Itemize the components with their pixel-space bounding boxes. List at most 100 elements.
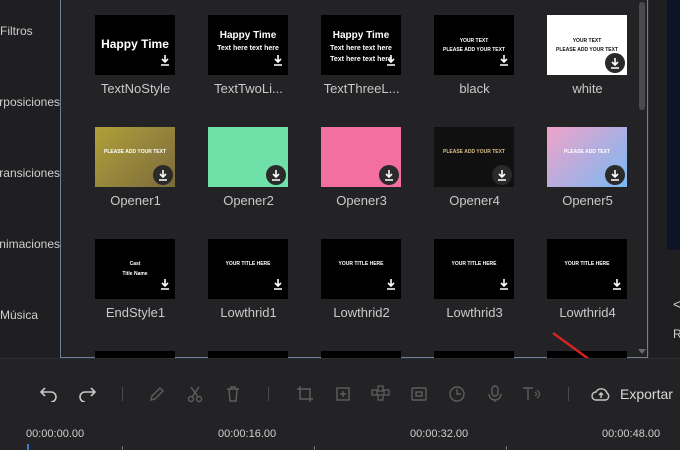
download-button[interactable] [266, 165, 286, 185]
timecode-label: 00:00:48.00 [602, 428, 661, 440]
download-button[interactable] [605, 165, 625, 185]
template-name: black [459, 81, 490, 96]
sidebar-item-label: Superposiciones [0, 95, 60, 109]
download-button[interactable] [492, 165, 512, 185]
template-thumbnail[interactable]: PLEASE ADD TEXT [547, 127, 627, 187]
title-template-panel: Happy Time TextNoStyle Happy Time Text here… [60, 0, 648, 358]
template-name: Opener4 [449, 193, 500, 208]
sidebar-item-animaciones[interactable]: Animaciones [0, 237, 60, 251]
template-name: Opener3 [336, 193, 387, 208]
thumb-line-2: Text here text here [217, 45, 279, 52]
thumb-line-1: Cast [129, 261, 141, 267]
template-thumbnail[interactable] [208, 127, 288, 187]
download-icon[interactable] [499, 53, 509, 71]
template-thumbnail[interactable]: PLEASE ADD YOUR TEXT [434, 127, 514, 187]
scrollbar-thumb[interactable] [639, 2, 645, 110]
template-thumbnail[interactable]: Happy Time [95, 15, 175, 75]
template-name: Opener5 [562, 193, 613, 208]
thumb-line-1: PLEASE ADD YOUR TEXT [443, 149, 505, 155]
template-thumbnail[interactable] [321, 351, 401, 358]
thumb-line-1: PLEASE ADD TEXT [563, 149, 611, 155]
template-thumbnail[interactable]: YOUR TITLE HERE [321, 239, 401, 299]
template-thumbnail[interactable] [547, 351, 627, 358]
sidebar-item-label: Animaciones [0, 237, 60, 251]
thumb-line-1: YOUR TEXT [459, 38, 489, 44]
speed-icon[interactable] [446, 383, 468, 405]
download-icon[interactable] [160, 53, 170, 71]
template-thumbnail[interactable] [434, 351, 514, 358]
mosaic-icon[interactable] [370, 383, 392, 405]
template-thumbnail[interactable]: Happy Time Text here text here Text here t… [321, 15, 401, 75]
mic-icon[interactable] [484, 383, 506, 405]
download-icon[interactable] [273, 53, 283, 71]
trash-icon[interactable] [222, 383, 244, 405]
download-button[interactable] [153, 165, 173, 185]
download-icon[interactable] [386, 53, 396, 71]
sidebar-item-transiciones[interactable]: Transiciones [0, 166, 60, 180]
prev-arrow-icon[interactable]: < [673, 296, 680, 312]
scissors-icon[interactable] [184, 383, 206, 405]
download-icon[interactable] [499, 277, 509, 295]
fit-icon[interactable] [332, 383, 354, 405]
screenshot-icon[interactable] [408, 383, 430, 405]
template-thumbnail[interactable]: Cast Title Name [95, 239, 175, 299]
download-icon[interactable] [273, 277, 283, 295]
sidebar-item-label: Transiciones [0, 166, 60, 180]
export-button[interactable]: Exportar [620, 386, 673, 402]
template-name: Lowthrid1 [220, 305, 277, 320]
sidebar-item-label: Música [0, 308, 39, 322]
template-name: Lowthrid4 [559, 305, 616, 320]
download-icon[interactable] [160, 277, 170, 295]
pen-icon[interactable] [146, 383, 168, 405]
thumb-line-1: Happy Time [219, 30, 277, 41]
thumb-line-1: YOUR TITLE HERE [451, 261, 497, 267]
thumb-line-1: YOUR TEXT [572, 38, 602, 44]
ruler-tick [506, 446, 507, 450]
template-name: Lowthrid3 [446, 305, 503, 320]
template-thumbnail[interactable] [321, 127, 401, 187]
template-thumbnail[interactable] [208, 351, 288, 358]
template-thumbnail[interactable]: YOUR TITLE HERE [547, 239, 627, 299]
playhead[interactable] [27, 444, 29, 450]
template-thumbnail[interactable]: YOUR TEXT PLEASE ADD YOUR TEXT [547, 15, 627, 75]
template-thumbnail[interactable]: PLEASE ADD YOUR TEXT [95, 127, 175, 187]
template-name: TextThreeL... [323, 81, 400, 96]
left-sidebar: Filtros Superposiciones Transiciones Ani… [0, 0, 60, 358]
panel-scrollbar[interactable] [636, 0, 648, 358]
template-thumbnail[interactable]: YOUR TITLE HERE [434, 239, 514, 299]
sidebar-item-superposiciones[interactable]: Superposiciones [0, 95, 60, 109]
sidebar-item-filtros[interactable]: Filtros [0, 24, 60, 38]
export-icon[interactable] [590, 383, 612, 405]
ruler-tick [314, 446, 315, 450]
scroll-down-arrow-icon[interactable] [638, 349, 646, 354]
redo-icon[interactable] [76, 383, 98, 405]
template-name: white [572, 81, 603, 96]
text-speech-icon[interactable] [522, 383, 544, 405]
thumb-line-1: Happy Time [332, 30, 390, 41]
download-button[interactable] [605, 53, 625, 73]
right-panel-letter: R [673, 327, 680, 341]
template-thumbnail[interactable] [95, 351, 175, 358]
thumb-line-1: YOUR TITLE HERE [564, 261, 610, 267]
timecode-label: 00:00:32.00 [410, 428, 469, 440]
preview-area [667, 0, 680, 250]
crop-icon[interactable] [294, 383, 316, 405]
template-thumbnail[interactable]: YOUR TEXT PLEASE ADD YOUR TEXT [434, 15, 514, 75]
download-button[interactable] [379, 165, 399, 185]
thumb-line-1: PLEASE ADD YOUR TEXT [104, 149, 166, 155]
template-name: Opener2 [223, 193, 274, 208]
template-name: Opener1 [110, 193, 161, 208]
template-thumbnail[interactable]: YOUR TITLE HERE [208, 239, 288, 299]
sidebar-item-musica[interactable]: Música [0, 308, 60, 322]
undo-icon[interactable] [38, 383, 60, 405]
timecode-label: 00:00:16.00 [218, 428, 277, 440]
timecode-label: 00:00:00.00 [26, 428, 85, 440]
timeline-ruler[interactable]: 00:00:00.00 00:00:16.00 00:00:32.00 00:0… [0, 426, 680, 450]
sidebar-item-label: Filtros [0, 24, 33, 38]
download-icon[interactable] [612, 277, 622, 295]
thumb-line-1: YOUR TITLE HERE [225, 261, 271, 267]
ruler-tick [122, 446, 123, 450]
template-grid: Happy Time TextNoStyle Happy Time Text here… [61, 0, 636, 358]
download-icon[interactable] [386, 277, 396, 295]
template-thumbnail[interactable]: Happy Time Text here text here [208, 15, 288, 75]
